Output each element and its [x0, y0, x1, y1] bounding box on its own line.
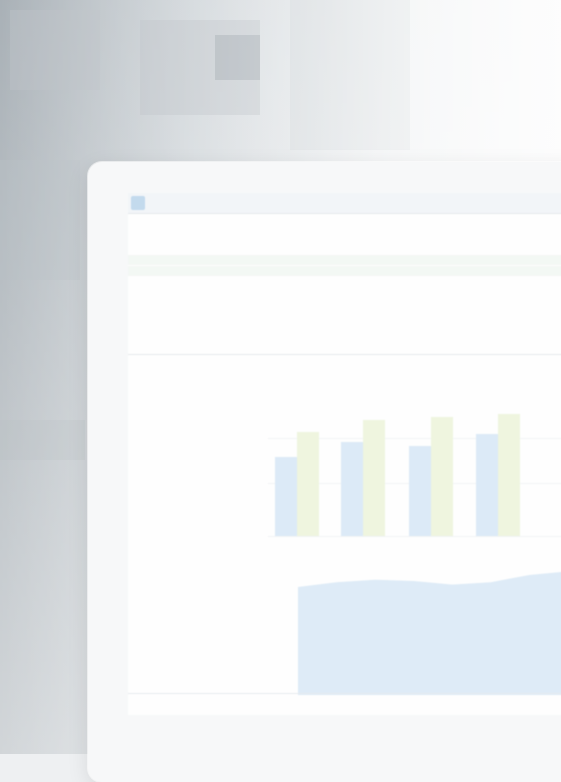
table-row[interactable] — [128, 266, 561, 276]
app-top-bar — [128, 193, 561, 214]
table-row[interactable] — [128, 310, 561, 320]
table-row[interactable] — [128, 365, 561, 375]
table-row[interactable] — [128, 255, 561, 265]
area-series-fill — [298, 572, 561, 695]
area-chart — [298, 572, 561, 695]
area-chart-baseline — [128, 693, 561, 694]
table-row[interactable] — [128, 299, 561, 309]
bar-2-0 — [409, 446, 431, 536]
table-row[interactable] — [128, 343, 561, 353]
table-row[interactable] — [128, 321, 561, 331]
bar-1-1 — [363, 419, 385, 536]
bar-0-0 — [275, 457, 297, 536]
table-row[interactable] — [128, 244, 561, 254]
bar-2-1 — [431, 417, 453, 536]
table-row[interactable] — [128, 288, 561, 298]
gridline — [268, 536, 561, 537]
bar-0-1 — [297, 432, 319, 536]
dashboard-screen — [128, 193, 561, 715]
table-row[interactable] — [128, 233, 561, 243]
table-row[interactable] — [128, 332, 561, 342]
bar-1-0 — [341, 442, 363, 536]
bar-3-1 — [498, 413, 520, 536]
app-logo-icon[interactable] — [131, 196, 145, 210]
table-row[interactable] — [128, 354, 561, 365]
bar-3-0 — [476, 433, 498, 536]
table-row[interactable] — [128, 376, 561, 386]
table-row[interactable] — [128, 277, 561, 287]
